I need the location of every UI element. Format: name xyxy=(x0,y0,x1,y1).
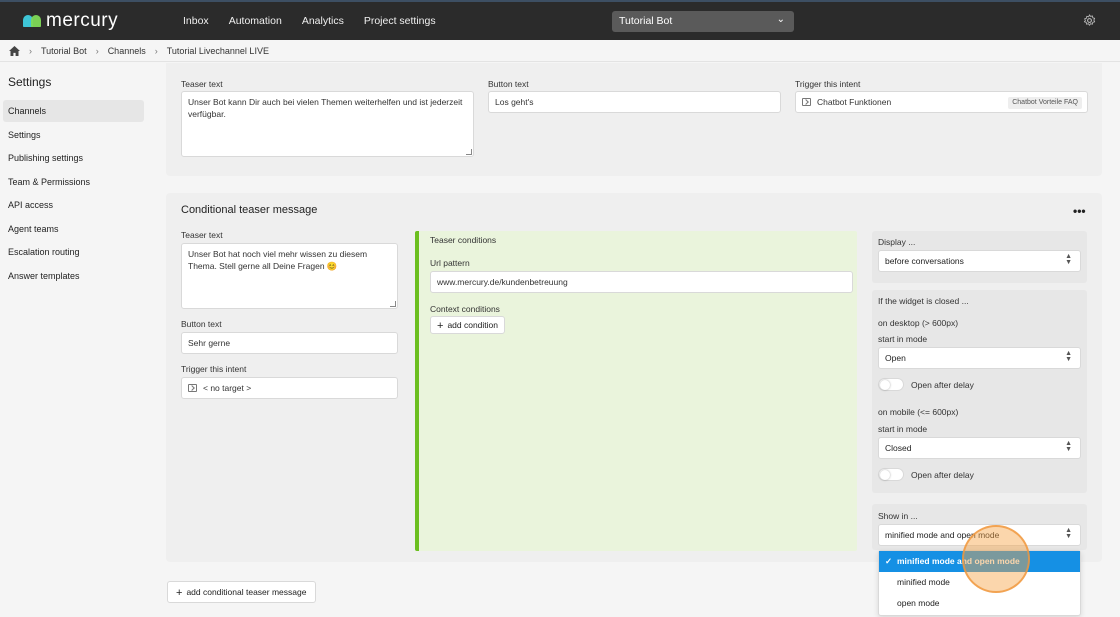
updown-icon: ▲ ▼ xyxy=(1065,440,1072,453)
nav-automation[interactable]: Automation xyxy=(229,15,282,27)
mobile-delay-toggle[interactable] xyxy=(878,468,904,481)
context-conditions-label: Context conditions xyxy=(430,304,500,314)
resize-handle-icon[interactable] xyxy=(466,149,472,155)
chevron-right-icon: › xyxy=(154,45,158,56)
sidebar-item-team[interactable]: Team & Permissions xyxy=(3,171,144,193)
resize-handle-icon[interactable] xyxy=(390,301,396,307)
chevron-down-icon: ⌄ xyxy=(776,14,785,25)
cond-button-text-field[interactable]: Sehr gerne xyxy=(181,332,398,354)
desktop-delay-label: Open after delay xyxy=(911,380,974,390)
button-text-label: Button text xyxy=(488,79,529,89)
cond-button-text-label: Button text xyxy=(181,319,222,329)
show-in-option-label: open mode xyxy=(897,598,940,608)
display-label: Display ... xyxy=(878,237,916,247)
mobile-mode-label: start in mode xyxy=(878,424,928,434)
click-highlight-indicator xyxy=(962,525,1030,593)
updown-icon: ▲ ▼ xyxy=(1065,350,1072,363)
breadcrumb-channels[interactable]: Channels xyxy=(108,46,146,56)
breadcrumb-bot[interactable]: Tutorial Bot xyxy=(41,46,87,56)
teaser-text-value: Unser Bot kann Dir auch bei vielen Theme… xyxy=(188,97,463,119)
more-options-icon[interactable]: ••• xyxy=(1073,204,1086,218)
breadcrumb: › Tutorial Bot › Channels › Tutorial Liv… xyxy=(0,40,1120,62)
brand-logo[interactable]: mercury xyxy=(23,10,118,32)
breadcrumb-current: Tutorial Livechannel LIVE xyxy=(166,45,269,56)
sidebar-item-answer-templates[interactable]: Answer templates xyxy=(3,265,144,287)
intent-tag: Chatbot Vorteile FAQ xyxy=(1008,97,1082,109)
mobile-mode-select[interactable]: Closed ▲ ▼ xyxy=(878,437,1081,459)
desktop-delay-toggle[interactable] xyxy=(878,378,904,391)
plus-icon: + xyxy=(437,320,444,332)
logo-icon xyxy=(23,15,42,27)
bot-selector-value: Tutorial Bot xyxy=(619,15,673,27)
nav-analytics[interactable]: Analytics xyxy=(302,15,344,27)
desktop-label: on desktop (> 600px) xyxy=(878,318,959,328)
gear-icon[interactable] xyxy=(1083,14,1096,27)
mobile-mode-value: Closed xyxy=(885,443,912,453)
cond-teaser-text-value: Unser Bot hat noch viel mehr wissen zu d… xyxy=(188,249,368,271)
show-in-option-open[interactable]: open mode xyxy=(879,593,1080,614)
teaser-text-label: Teaser text xyxy=(181,79,223,89)
brand-name: mercury xyxy=(46,10,119,31)
sidebar-item-escalation[interactable]: Escalation routing xyxy=(3,241,144,263)
display-select[interactable]: before conversations ▲ ▼ xyxy=(878,250,1081,272)
sidebar-item-publishing[interactable]: Publishing settings xyxy=(3,147,144,169)
terminal-icon xyxy=(188,384,197,392)
widget-closed-label: If the widget is closed ... xyxy=(878,296,969,306)
trigger-intent-label: Trigger this intent xyxy=(795,79,861,89)
desktop-mode-value: Open xyxy=(885,353,906,363)
button-text-field[interactable]: Los geht's xyxy=(488,91,781,113)
checkmark-icon: ✓ xyxy=(885,556,893,566)
add-conditional-teaser-button[interactable]: + add conditional teaser message xyxy=(167,581,317,603)
cond-teaser-text-field[interactable]: Unser Bot hat noch viel mehr wissen zu d… xyxy=(181,243,398,309)
show-in-option-label: minified mode xyxy=(897,577,950,587)
url-pattern-label: Url pattern xyxy=(430,258,470,268)
updown-icon: ▲ ▼ xyxy=(1065,253,1072,266)
sidebar-item-api[interactable]: API access xyxy=(3,194,144,216)
updown-icon: ▲ ▼ xyxy=(1065,527,1072,540)
teaser-conditions-title: Teaser conditions xyxy=(430,235,497,245)
bot-selector[interactable]: Tutorial Bot ⌄ xyxy=(612,11,794,32)
chevron-right-icon: › xyxy=(95,45,99,56)
cond-trigger-value: < no target > xyxy=(203,383,252,393)
url-pattern-value: www.mercury.de/kundenbetreuung xyxy=(437,277,568,287)
mobile-delay-label: Open after delay xyxy=(911,470,974,480)
settings-sidebar: Settings Channels Settings Publishing se… xyxy=(0,63,150,617)
sidebar-title: Settings xyxy=(8,75,52,89)
chevron-right-icon: › xyxy=(29,45,32,56)
top-navbar: mercury Inbox Automation Analytics Proje… xyxy=(0,0,1120,40)
cond-trigger-label: Trigger this intent xyxy=(181,364,247,374)
terminal-icon xyxy=(802,98,811,106)
button-text-value: Los geht's xyxy=(495,97,534,107)
teaser-text-field[interactable]: Unser Bot kann Dir auch bei vielen Theme… xyxy=(181,91,474,157)
desktop-mode-label: start in mode xyxy=(878,334,928,344)
main-nav: Inbox Automation Analytics Project setti… xyxy=(183,15,456,27)
mobile-label: on mobile (<= 600px) xyxy=(878,407,959,417)
add-condition-button[interactable]: + add condition xyxy=(430,316,506,334)
home-icon[interactable] xyxy=(9,45,20,56)
trigger-intent-value: Chatbot Funktionen xyxy=(817,97,892,107)
cond-button-text-value: Sehr gerne xyxy=(188,338,231,348)
desktop-mode-select[interactable]: Open ▲ ▼ xyxy=(878,347,1081,369)
plus-icon: + xyxy=(176,587,183,599)
trigger-intent-field[interactable]: Chatbot Funktionen Chatbot Vorteile FAQ xyxy=(795,91,1088,113)
sidebar-item-settings[interactable]: Settings xyxy=(3,124,144,146)
add-conditional-teaser-label: add conditional teaser message xyxy=(186,587,307,597)
add-condition-label: add condition xyxy=(447,320,499,330)
display-select-value: before conversations xyxy=(885,256,964,266)
nav-inbox[interactable]: Inbox xyxy=(183,15,209,27)
conditional-teaser-title: Conditional teaser message xyxy=(181,204,318,216)
sidebar-item-channels[interactable]: Channels xyxy=(3,100,144,122)
url-pattern-field[interactable]: www.mercury.de/kundenbetreuung xyxy=(430,271,853,293)
nav-project-settings[interactable]: Project settings xyxy=(364,15,436,27)
show-in-label: Show in ... xyxy=(878,511,918,521)
cond-trigger-field[interactable]: < no target > xyxy=(181,377,398,399)
cond-teaser-text-label: Teaser text xyxy=(181,230,223,240)
sidebar-item-agent-teams[interactable]: Agent teams xyxy=(3,218,144,240)
